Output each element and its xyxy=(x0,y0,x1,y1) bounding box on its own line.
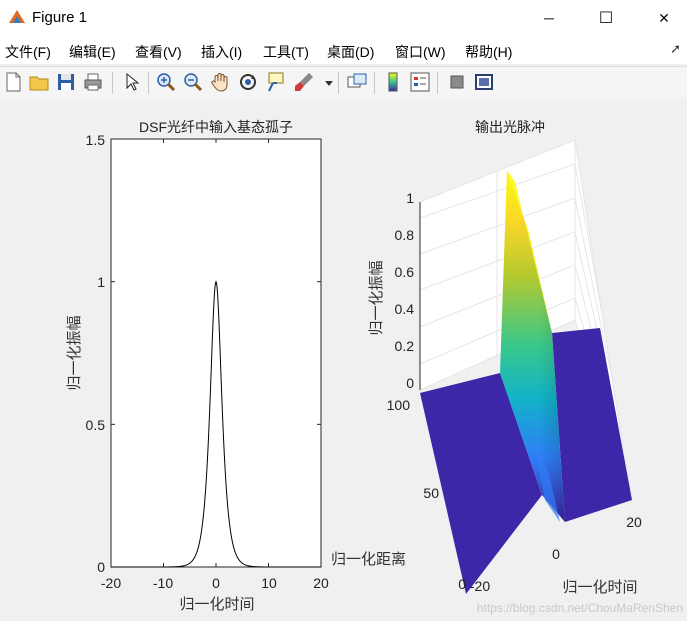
menu-view[interactable]: 查看(V) xyxy=(135,42,182,62)
right-x-tick-label: 20 xyxy=(626,514,642,530)
left-y-tick-label: 1.5 xyxy=(86,132,106,148)
left-y-tick-label: 0 xyxy=(97,559,105,575)
rotate-3d-icon[interactable] xyxy=(237,71,259,93)
menu-window[interactable]: 窗口(W) xyxy=(395,42,446,62)
right-z-tick-label: 0.2 xyxy=(395,338,415,354)
print-icon[interactable] xyxy=(82,71,104,93)
save-icon[interactable] xyxy=(55,71,77,93)
left-x-tick-label: 10 xyxy=(261,575,277,591)
toolbar-separator xyxy=(112,72,113,94)
right-z-tick-label: 0.8 xyxy=(395,227,415,243)
right-axes[interactable]: 输出光脉冲 0 0.2 0.4 0.6 0.8 1 归一化振幅 0 50 100… xyxy=(331,119,642,596)
right-z-tick-label: 0.6 xyxy=(395,264,415,280)
pointer-icon[interactable] xyxy=(120,71,142,93)
link-plot-icon[interactable] xyxy=(346,71,368,93)
menu-edit[interactable]: 编辑(E) xyxy=(69,42,116,62)
left-x-tick-label: 20 xyxy=(313,575,329,591)
watermark-text: https://blog.csdn.net/ChouMaRenShen xyxy=(477,601,683,615)
open-file-icon[interactable] xyxy=(28,71,50,93)
maximize-button[interactable]: ☐ xyxy=(583,0,629,36)
brush-icon[interactable] xyxy=(293,71,315,93)
window-title: Figure 1 xyxy=(32,9,88,26)
right-z-tick-label: 0.4 xyxy=(395,301,415,317)
title-bar: Figure 1 ─ ☐ ✕ xyxy=(0,0,687,36)
left-y-tick-label: 0.5 xyxy=(86,417,106,433)
left-y-axis-label: 归一化振幅 xyxy=(66,315,83,390)
minimize-button[interactable]: ─ xyxy=(526,0,572,36)
matlab-app-icon xyxy=(9,10,25,23)
brush-dropdown-icon[interactable] xyxy=(318,71,333,93)
menu-insert[interactable]: 插入(I) xyxy=(201,42,242,62)
close-button[interactable]: ✕ xyxy=(641,0,687,36)
show-plot-tools-icon[interactable] xyxy=(473,71,495,93)
menu-desktop[interactable]: 桌面(D) xyxy=(327,42,374,62)
menu-tools[interactable]: 工具(T) xyxy=(263,42,309,62)
right-z-axis-label: 归一化振幅 xyxy=(368,260,385,335)
right-y-tick-label: 50 xyxy=(423,485,439,501)
right-y-axis-label: 归一化距离 xyxy=(331,551,406,568)
toolbar-separator xyxy=(374,72,375,94)
toolbar xyxy=(0,66,687,100)
colorbar-icon[interactable] xyxy=(382,71,404,93)
left-y-tick-label: 1 xyxy=(97,274,105,290)
right-z-tick-label: 1 xyxy=(406,190,414,206)
dock-pin-icon[interactable]: ➚ xyxy=(670,41,681,57)
new-figure-icon[interactable] xyxy=(2,71,24,93)
toolbar-separator xyxy=(338,72,339,94)
left-x-tick-label: 0 xyxy=(212,575,220,591)
left-x-tick-label: -10 xyxy=(153,575,173,591)
right-x-tick-label: 0 xyxy=(552,546,560,562)
zoom-in-icon[interactable] xyxy=(155,71,177,93)
menu-bar: 文件(F) 编辑(E) 查看(V) 插入(I) 工具(T) 桌面(D) 窗口(W… xyxy=(0,36,687,64)
toolbar-separator xyxy=(148,72,149,94)
left-x-tick-label: -20 xyxy=(101,575,121,591)
figure-canvas: DSF光纤中输入基态孤子 归一化时间 归一化振幅 -20 -10 0 10 20… xyxy=(0,99,687,616)
menu-help[interactable]: 帮助(H) xyxy=(465,42,512,62)
figure-svg: DSF光纤中输入基态孤子 归一化时间 归一化振幅 -20 -10 0 10 20… xyxy=(66,119,683,615)
left-x-axis-label: 归一化时间 xyxy=(179,596,254,613)
right-y-tick-label: 0 xyxy=(458,576,466,592)
left-axes[interactable]: DSF光纤中输入基态孤子 归一化时间 归一化振幅 -20 -10 0 10 20… xyxy=(66,119,329,613)
menu-file[interactable]: 文件(F) xyxy=(5,42,51,62)
left-chart-title: DSF光纤中输入基态孤子 xyxy=(139,119,293,135)
right-x-tick-label: -20 xyxy=(470,578,490,594)
hide-plot-tools-icon[interactable] xyxy=(446,71,468,93)
left-plot-area xyxy=(110,138,322,568)
right-z-tick-label: 0 xyxy=(406,375,414,391)
legend-icon[interactable] xyxy=(409,71,431,93)
data-cursor-icon[interactable] xyxy=(265,71,287,93)
right-y-tick-label: 100 xyxy=(387,397,411,413)
toolbar-separator xyxy=(437,72,438,94)
pan-hand-icon[interactable] xyxy=(209,71,231,93)
right-chart-title: 输出光脉冲 xyxy=(475,119,545,135)
right-x-axis-label: 归一化时间 xyxy=(562,579,637,596)
zoom-out-icon[interactable] xyxy=(182,71,204,93)
